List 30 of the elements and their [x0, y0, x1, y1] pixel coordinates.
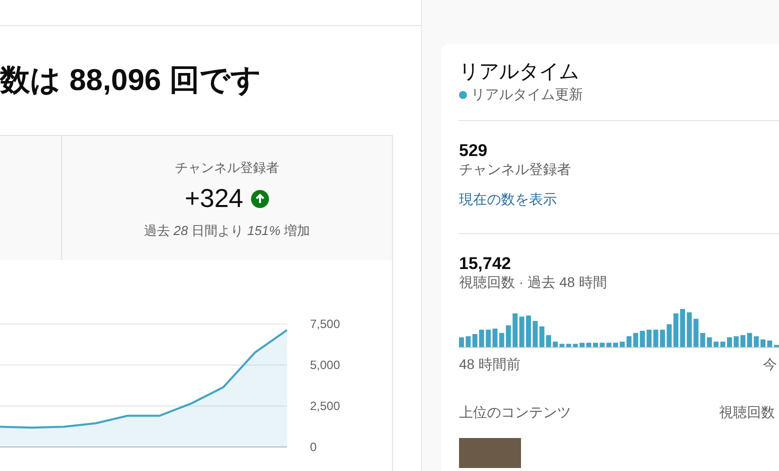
top-content-label: 上位のコンテンツ — [459, 404, 571, 422]
axis-label: 2,500 — [310, 399, 340, 413]
thumbnail-placeholder — [459, 438, 521, 468]
subscriber-label: チャンネル登録者 — [459, 161, 571, 177]
axis-label: 5,000 — [310, 358, 340, 372]
stat-label: チャンネル登録者 — [175, 159, 279, 177]
sparkline-bar — [492, 328, 498, 347]
axis-label: 7,500 — [310, 317, 340, 331]
status-dot — [459, 91, 467, 99]
axis-start-label: 48 時間前 — [459, 356, 520, 374]
sparkline-bar — [626, 336, 632, 347]
sparkline-bar — [526, 316, 531, 347]
panel-title: リアルタイム — [459, 60, 580, 84]
views-count: 15,742 — [459, 254, 512, 274]
sparkline-bar — [727, 337, 732, 347]
show-count-link[interactable]: 現在の数を表示 — [459, 191, 557, 209]
views-label: 視聴回数 · 過去 48 時間 — [459, 274, 607, 290]
sparkline-bar — [694, 318, 698, 347]
sparkline-bar — [560, 344, 564, 347]
stat-value: +324 — [184, 183, 244, 214]
axis-label: 0 — [310, 440, 317, 454]
sparkline-bar — [660, 330, 665, 347]
status-text: リアルタイム更新 — [471, 86, 583, 104]
sparkline-bar — [593, 342, 598, 347]
subscriber-count: 529 — [459, 141, 488, 161]
column-header: 視聴回数 — [719, 404, 775, 422]
axis-end-label: 今 — [763, 356, 777, 374]
sparkline-bar — [459, 337, 464, 347]
stat-note: 過去 28 日間より 151% 増加 — [144, 222, 310, 240]
sparkline-bar — [760, 339, 766, 347]
